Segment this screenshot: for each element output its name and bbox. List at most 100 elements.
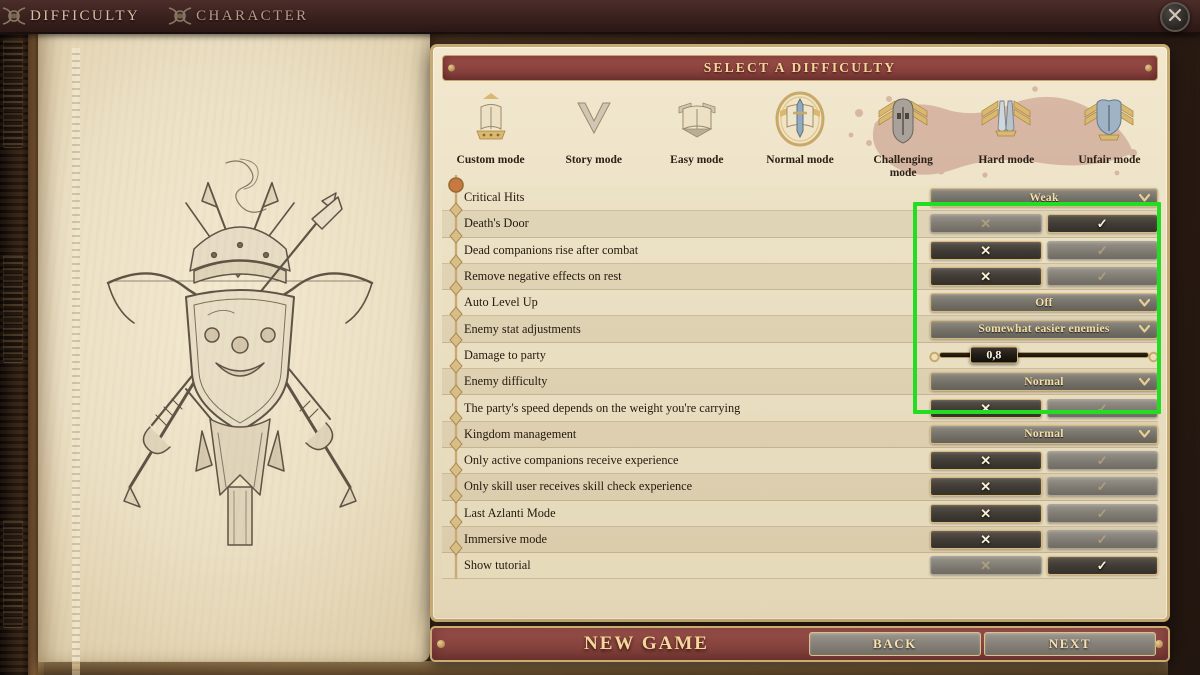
tab-character-label: CHARACTER [196, 7, 309, 24]
setting-label: Only skill user receives skill check exp… [464, 479, 693, 494]
setting-dropdown[interactable]: Somewhat easier enemies [930, 319, 1158, 339]
slider-thumb[interactable]: 0,8 [969, 346, 1018, 364]
page-stack [72, 48, 80, 675]
settings-row: Only active companions receive experienc… [442, 447, 1158, 475]
setting-toggle-off[interactable]: ✕ [930, 214, 1042, 234]
settings-row: Kingdom management Normal [442, 421, 1158, 448]
setting-dropdown[interactable]: Normal [930, 372, 1158, 392]
close-button[interactable] [1160, 2, 1190, 32]
setting-label: The party's speed depends on the weight … [464, 400, 741, 415]
setting-control: ✕ ✓ [930, 530, 1158, 549]
difficulty-mode-hard-mode[interactable]: Hard mode [955, 90, 1058, 183]
cross-icon: ✕ [980, 479, 992, 495]
difficulty-mode-label: Story mode [565, 154, 622, 166]
settings-row: The party's speed depends on the weight … [442, 395, 1158, 422]
chevron-down-icon [1138, 189, 1151, 207]
cross-icon: ✕ [980, 242, 992, 258]
setting-label: Immersive mode [464, 532, 547, 546]
setting-dropdown[interactable]: Weak [930, 188, 1158, 208]
setting-toggle-on[interactable]: ✓ [1046, 477, 1158, 497]
difficulty-mode-label: Normal mode [766, 154, 834, 166]
setting-toggle-off[interactable]: ✕ [930, 477, 1042, 497]
setting-label: Death's Door [464, 216, 529, 231]
bottom-actions: BACK NEXT [809, 632, 1156, 656]
setting-toggle-on[interactable]: ✓ [1046, 214, 1158, 234]
setting-control: Weak [930, 188, 1158, 208]
cross-icon: ✕ [980, 453, 992, 469]
settings-row: Enemy difficulty Normal [442, 369, 1158, 396]
difficulty-mode-normal-mode[interactable]: Normal mode [748, 90, 851, 183]
cross-icon: ✕ [980, 558, 992, 574]
check-icon: ✓ [1096, 479, 1108, 495]
settings-row: Last Azlanti Mode ✕ ✓ [442, 500, 1158, 527]
setting-control: ✕ ✓ [930, 240, 1158, 260]
crown-book-icon [459, 90, 523, 148]
setting-toggle-on[interactable]: ✓ [1046, 556, 1158, 576]
setting-control: ✕ ✓ [930, 556, 1158, 576]
chevron-down-icon [1138, 294, 1151, 312]
slider-end-cap-right [1148, 350, 1159, 363]
setting-toggle-off[interactable]: ✕ [930, 267, 1042, 287]
cross-icon: ✕ [980, 400, 992, 416]
setting-slider[interactable]: 0,8 [929, 346, 1159, 365]
settings-row: Show tutorial ✕ ✓ [442, 553, 1158, 580]
left-page [38, 22, 430, 675]
setting-toggle-off[interactable]: ✕ [930, 398, 1042, 418]
settings-row: Remove negative effects on rest ✕ ✓ [442, 263, 1158, 291]
setting-toggle-on[interactable]: ✓ [1046, 267, 1158, 287]
back-button[interactable]: BACK [809, 632, 981, 656]
settings-row: Enemy stat adjustments Somewhat easier en… [442, 316, 1158, 343]
setting-toggle-off[interactable]: ✕ [930, 530, 1042, 549]
dropdown-value: Weak [1029, 191, 1059, 204]
setting-label: Only active companions receive experienc… [464, 453, 679, 468]
setting-label: Show tutorial [464, 558, 531, 573]
setting-toggle-off[interactable]: ✕ [930, 556, 1042, 576]
setting-control: Off [930, 293, 1158, 313]
setting-toggle-off[interactable]: ✕ [930, 240, 1042, 260]
setting-dropdown[interactable]: Off [930, 293, 1158, 313]
difficulty-mode-label: Challenging mode [873, 154, 933, 180]
setting-toggle-on[interactable]: ✓ [1046, 530, 1158, 549]
difficulty-panel: SELECT A DIFFICULTY Custom mode Story mod… [430, 44, 1170, 622]
heraldic-trophy-sketch [90, 157, 390, 547]
check-icon: ✓ [1096, 453, 1108, 469]
setting-toggle-off[interactable]: ✕ [930, 503, 1042, 523]
next-button[interactable]: NEXT [984, 632, 1156, 656]
ornament-icon [166, 2, 194, 30]
setting-label: Enemy stat adjustments [464, 321, 581, 336]
difficulty-mode-easy-mode[interactable]: Easy mode [645, 90, 748, 183]
setting-label: Remove negative effects on rest [464, 269, 622, 284]
setting-toggle-on[interactable]: ✓ [1046, 451, 1158, 471]
difficulty-mode-custom-mode[interactable]: Custom mode [439, 90, 542, 183]
helmet-wings-icon [871, 90, 935, 148]
setting-toggle-off[interactable]: ✕ [930, 451, 1042, 471]
check-icon: ✓ [1096, 532, 1108, 547]
setting-dropdown[interactable]: Normal [930, 424, 1158, 444]
ornament-icon [0, 2, 28, 30]
settings-row: Death's Door ✕ ✓ [442, 211, 1158, 238]
slider-value: 0,8 [986, 347, 1002, 362]
check-icon: ✓ [1096, 242, 1108, 258]
tab-difficulty-label: DIFFICULTY [30, 7, 141, 24]
difficulty-mode-challenging-mode[interactable]: Challenging mode [852, 90, 955, 183]
tab-difficulty[interactable]: DIFFICULTY [0, 0, 166, 33]
difficulty-mode-selector: Custom mode Story mode Easy mode Normal mod… [433, 81, 1167, 183]
check-icon: ✓ [1096, 558, 1108, 574]
setting-control: ✕ ✓ [930, 451, 1158, 471]
setting-control: ✕ ✓ [930, 267, 1158, 287]
slider-end-cap-left [929, 350, 940, 363]
difficulty-mode-label: Custom mode [456, 154, 525, 166]
setting-control: ✕ ✓ [930, 503, 1158, 523]
settings-row: Dead companions rise after combat ✕ ✓ [442, 237, 1158, 264]
book-bottom-lip [38, 661, 1168, 675]
difficulty-mode-unfair-mode[interactable]: Unfair mode [1058, 90, 1161, 183]
setting-toggle-on[interactable]: ✓ [1046, 503, 1158, 523]
tab-character[interactable]: CHARACTER [166, 0, 334, 33]
setting-toggle-on[interactable]: ✓ [1046, 240, 1158, 260]
dropdown-value: Somewhat easier enemies [978, 323, 1110, 336]
difficulty-mode-story-mode[interactable]: Story mode [542, 90, 645, 183]
setting-toggle-on[interactable]: ✓ [1046, 398, 1158, 418]
settings-row: Auto Level Up Off [442, 290, 1158, 317]
cross-icon: ✕ [980, 532, 992, 547]
check-icon: ✓ [1096, 505, 1108, 521]
